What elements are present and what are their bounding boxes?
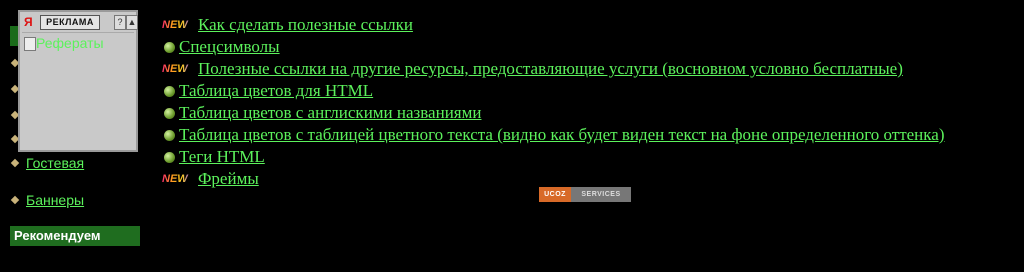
- link-color-table-english-names[interactable]: Таблица цветов с англискими названиями: [179, 103, 481, 123]
- ucoz-services-banner[interactable]: UCOZ SERVICES: [539, 187, 631, 202]
- new-badge-icon: NEW: [162, 63, 192, 75]
- recommend-heading: Рекомендуем: [10, 226, 140, 246]
- sidebar-link-banners[interactable]: Баннеры: [10, 192, 85, 208]
- green-ball-bullet-icon: [164, 107, 175, 119]
- new-badge-icon: NEW: [162, 173, 192, 185]
- list-item: Таблица цветов для HTML: [162, 80, 945, 102]
- sidebar-link-label: Гостевая: [26, 155, 85, 171]
- diamond-bullet-icon: [10, 158, 20, 168]
- ucoz-banner-left: UCOZ: [539, 187, 571, 202]
- diamond-bullet-icon: [10, 195, 20, 205]
- yandex-ad-block[interactable]: Я РЕКЛАМА ? ▲ Рефераты: [18, 10, 138, 152]
- link-special-symbols[interactable]: Спецсимволы: [179, 37, 280, 57]
- sidebar-link-guestbook[interactable]: Гостевая: [10, 155, 85, 171]
- link-color-table-with-text[interactable]: Таблица цветов с таблицей цветного текст…: [179, 125, 945, 145]
- ad-collapse-button[interactable]: ▲: [126, 15, 138, 30]
- yandex-logo-icon: Я: [24, 15, 33, 29]
- sidebar-green-tab: [10, 26, 18, 46]
- ad-help-button[interactable]: ?: [114, 15, 126, 30]
- list-item: Таблица цветов с таблицей цветного текст…: [162, 124, 945, 146]
- link-other-resources[interactable]: Полезные ссылки на другие ресурсы, предо…: [198, 59, 903, 79]
- main-link-list: NEW Как сделать полезные ссылки Спецсимв…: [162, 14, 945, 190]
- ad-header: Я РЕКЛАМА ? ▲: [22, 14, 138, 30]
- list-item: Таблица цветов с англискими названиями: [162, 102, 945, 124]
- link-useful-links-howto[interactable]: Как сделать полезные ссылки: [198, 15, 413, 35]
- broken-image-icon: [24, 37, 36, 51]
- ad-image-alt-text: Рефераты: [36, 35, 104, 51]
- new-badge-icon: NEW: [162, 19, 192, 31]
- green-ball-bullet-icon: [164, 151, 175, 163]
- green-ball-bullet-icon: [164, 41, 175, 53]
- link-html-tags[interactable]: Теги HTML: [179, 147, 265, 167]
- sidebar-link-label: Баннеры: [26, 192, 85, 208]
- ad-label: РЕКЛАМА: [40, 15, 100, 30]
- link-frames[interactable]: Фреймы: [198, 169, 259, 189]
- ucoz-banner-right: SERVICES: [571, 187, 631, 202]
- link-html-color-table[interactable]: Таблица цветов для HTML: [179, 81, 373, 101]
- list-item: NEW Полезные ссылки на другие ресурсы, п…: [162, 58, 945, 80]
- green-ball-bullet-icon: [164, 85, 175, 97]
- ad-image-area[interactable]: Рефераты: [22, 32, 134, 148]
- list-item: NEW Как сделать полезные ссылки: [162, 14, 945, 36]
- list-item: Спецсимволы: [162, 36, 945, 58]
- green-ball-bullet-icon: [164, 129, 175, 141]
- list-item: Теги HTML: [162, 146, 945, 168]
